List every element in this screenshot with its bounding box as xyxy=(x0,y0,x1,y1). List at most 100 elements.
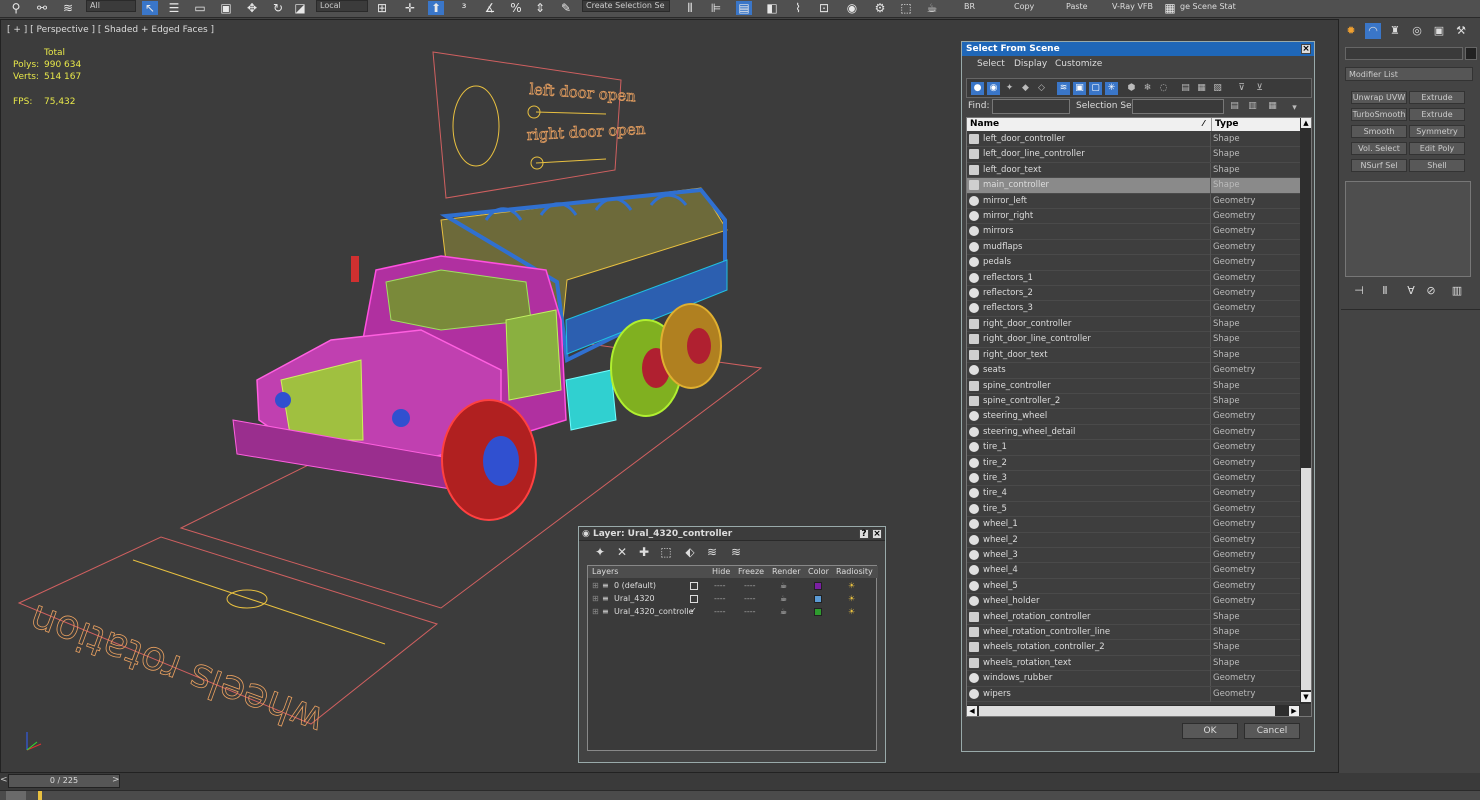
smooth-button[interactable]: Smooth xyxy=(1351,125,1407,138)
freeze-all-icon[interactable]: ≋ xyxy=(729,545,743,559)
modify-tab-icon[interactable]: ◠ xyxy=(1365,23,1381,39)
selection-filter-dropdown[interactable]: All xyxy=(86,0,136,12)
mirror-icon[interactable]: ⫴ xyxy=(682,1,698,15)
next-frame-icon[interactable]: > xyxy=(112,775,120,785)
find-input[interactable] xyxy=(992,99,1070,114)
create-tab-icon[interactable]: ✹ xyxy=(1343,23,1359,39)
close-icon[interactable]: × xyxy=(1301,44,1311,54)
col-freeze[interactable]: Freeze xyxy=(738,567,764,576)
horizontal-scroll-thumb[interactable] xyxy=(979,706,1275,716)
shell-button[interactable]: Shell xyxy=(1409,159,1465,172)
display-invert-icon[interactable]: ▧ xyxy=(1211,82,1224,95)
object-color-swatch[interactable] xyxy=(1465,47,1477,60)
table-row[interactable]: wheel_2 Geometry xyxy=(967,532,1300,548)
display-hidden-icon[interactable]: ◌ xyxy=(1157,82,1170,95)
col-hide[interactable]: Hide xyxy=(712,567,730,576)
table-row[interactable]: spine_controller Shape xyxy=(967,378,1300,394)
vertical-scrollbar[interactable]: ▲ ▼ xyxy=(1300,118,1311,704)
remove-modifier-icon[interactable]: ⊘ xyxy=(1423,283,1439,299)
current-layer-checkbox[interactable] xyxy=(690,582,698,590)
scroll-down-icon[interactable]: ▼ xyxy=(1301,692,1311,702)
table-row[interactable]: pedals Geometry xyxy=(967,255,1300,271)
display-cameras-icon[interactable]: ◆ xyxy=(1019,82,1032,95)
table-row[interactable]: spine_controller_2 Shape xyxy=(967,393,1300,410)
table-row[interactable]: wheel_1 Geometry xyxy=(967,517,1300,533)
scroll-right-icon[interactable]: ▶ xyxy=(1289,706,1299,716)
display-containers-icon[interactable]: ⬢ xyxy=(1125,82,1138,95)
layer-row[interactable]: ⊞ ≡ ---- ---- ☕ ☀ Ural_4320 xyxy=(588,593,878,606)
table-row[interactable]: mirror_right Geometry xyxy=(967,209,1300,225)
link-icon[interactable]: ⚲ xyxy=(8,1,24,15)
extrude-button-2[interactable]: Extrude xyxy=(1409,108,1465,121)
display-bones-icon[interactable]: ✳ xyxy=(1105,82,1118,95)
layer-color-swatch[interactable] xyxy=(814,582,822,590)
table-row[interactable]: wheel_5 Geometry xyxy=(967,578,1300,595)
edit-selection-set-icon[interactable]: ▥ xyxy=(1246,100,1259,113)
prev-frame-icon[interactable]: < xyxy=(0,775,8,785)
scroll-left-icon[interactable]: ◀ xyxy=(967,706,977,716)
render-icon[interactable]: ☕ xyxy=(780,581,787,590)
table-row[interactable]: tire_3 Geometry xyxy=(967,470,1300,487)
highlight-layer-icon[interactable]: ⬖ xyxy=(683,545,697,559)
scroll-up-icon[interactable]: ▲ xyxy=(1301,118,1311,128)
cancel-button[interactable]: Cancel xyxy=(1244,723,1300,739)
turbosmooth-button[interactable]: TurboSmooth xyxy=(1351,108,1407,121)
layer-color-swatch[interactable] xyxy=(814,608,822,616)
symmetry-button[interactable]: Symmetry xyxy=(1409,125,1465,138)
table-row[interactable]: left_door_line_controller Shape xyxy=(967,147,1300,163)
window-crossing-icon[interactable]: ▣ xyxy=(218,1,234,15)
filter-icon[interactable]: ⊽ xyxy=(1235,82,1248,95)
display-shapes-icon[interactable]: ◉ xyxy=(987,82,1000,95)
table-row[interactable]: left_door_controller Shape xyxy=(967,132,1300,148)
hierarchy-tab-icon[interactable]: ♜ xyxy=(1387,23,1403,39)
manage-scene-states-button[interactable]: ge Scene Stat xyxy=(1180,2,1236,11)
current-layer-checkbox[interactable] xyxy=(690,595,698,603)
col-render[interactable]: Render xyxy=(772,567,800,576)
move-icon[interactable]: ✥ xyxy=(244,1,260,15)
table-row[interactable]: reflectors_2 Geometry xyxy=(967,286,1300,302)
scene-states-icon[interactable]: ▦ xyxy=(1162,1,1178,15)
vertical-scroll-thumb[interactable] xyxy=(1301,468,1311,690)
render-icon[interactable]: ☕ xyxy=(924,1,940,15)
schematic-view-icon[interactable]: ⊡ xyxy=(816,1,832,15)
br-button[interactable]: BR xyxy=(964,2,975,11)
table-row[interactable]: tire_5 Geometry xyxy=(967,501,1300,518)
hide-icon[interactable]: ---- xyxy=(714,594,726,603)
rotate-icon[interactable]: ↻ xyxy=(270,1,286,15)
scale-icon[interactable]: ◪ xyxy=(292,1,308,15)
render-setup-icon[interactable]: ⚙ xyxy=(872,1,888,15)
hide-icon[interactable]: ---- xyxy=(714,581,726,590)
make-unique-icon[interactable]: ∀ xyxy=(1403,283,1419,299)
col-color[interactable]: Color xyxy=(808,567,829,576)
layer-close-icon[interactable]: × xyxy=(872,529,882,539)
pin-stack-icon[interactable]: ⊣ xyxy=(1351,283,1367,299)
table-row[interactable]: tire_4 Geometry xyxy=(967,486,1300,502)
col-layers[interactable]: Layers xyxy=(592,567,618,576)
display-all-icon[interactable]: ▤ xyxy=(1179,82,1192,95)
unlink-icon[interactable]: ⚯ xyxy=(34,1,50,15)
table-row[interactable]: left_door_text Shape xyxy=(967,162,1300,179)
display-helpers-icon[interactable]: ◇ xyxy=(1035,82,1048,95)
table-row[interactable]: wheel_rotation_controller Shape xyxy=(967,609,1300,625)
paste-button[interactable]: Paste xyxy=(1066,2,1088,11)
angle-snap-icon[interactable]: ∡ xyxy=(482,1,498,15)
align-icon[interactable]: ⊫ xyxy=(708,1,724,15)
column-header-type[interactable]: Type xyxy=(1215,119,1238,129)
select-by-name-icon[interactable]: ☰ xyxy=(166,1,182,15)
current-layer-checkbox[interactable]: ✓ xyxy=(690,607,698,616)
table-row[interactable]: windows_rubber Geometry xyxy=(967,671,1300,687)
selection-set-dropdown[interactable] xyxy=(1132,99,1224,114)
display-lights-icon[interactable]: ✦ xyxy=(1003,82,1016,95)
delete-selection-set-icon[interactable]: ▦ xyxy=(1266,100,1279,113)
keyboard-shortcut-icon[interactable]: ⬆ xyxy=(428,1,444,15)
horizontal-scrollbar[interactable]: ◀ ▶ xyxy=(967,705,1300,716)
help-icon[interactable]: ? xyxy=(859,529,869,539)
freeze-icon[interactable]: ---- xyxy=(744,581,756,590)
bind-spacewarp-icon[interactable]: ≋ xyxy=(60,1,76,15)
ok-button[interactable]: OK xyxy=(1182,723,1238,739)
table-row[interactable]: right_door_line_controller Shape xyxy=(967,332,1300,348)
radiosity-icon[interactable]: ☀ xyxy=(848,581,855,590)
utilities-tab-icon[interactable]: ⚒ xyxy=(1453,23,1469,39)
hide-all-icon[interactable]: ≋ xyxy=(705,545,719,559)
table-row[interactable]: steering_wheel_detail Geometry xyxy=(967,424,1300,441)
